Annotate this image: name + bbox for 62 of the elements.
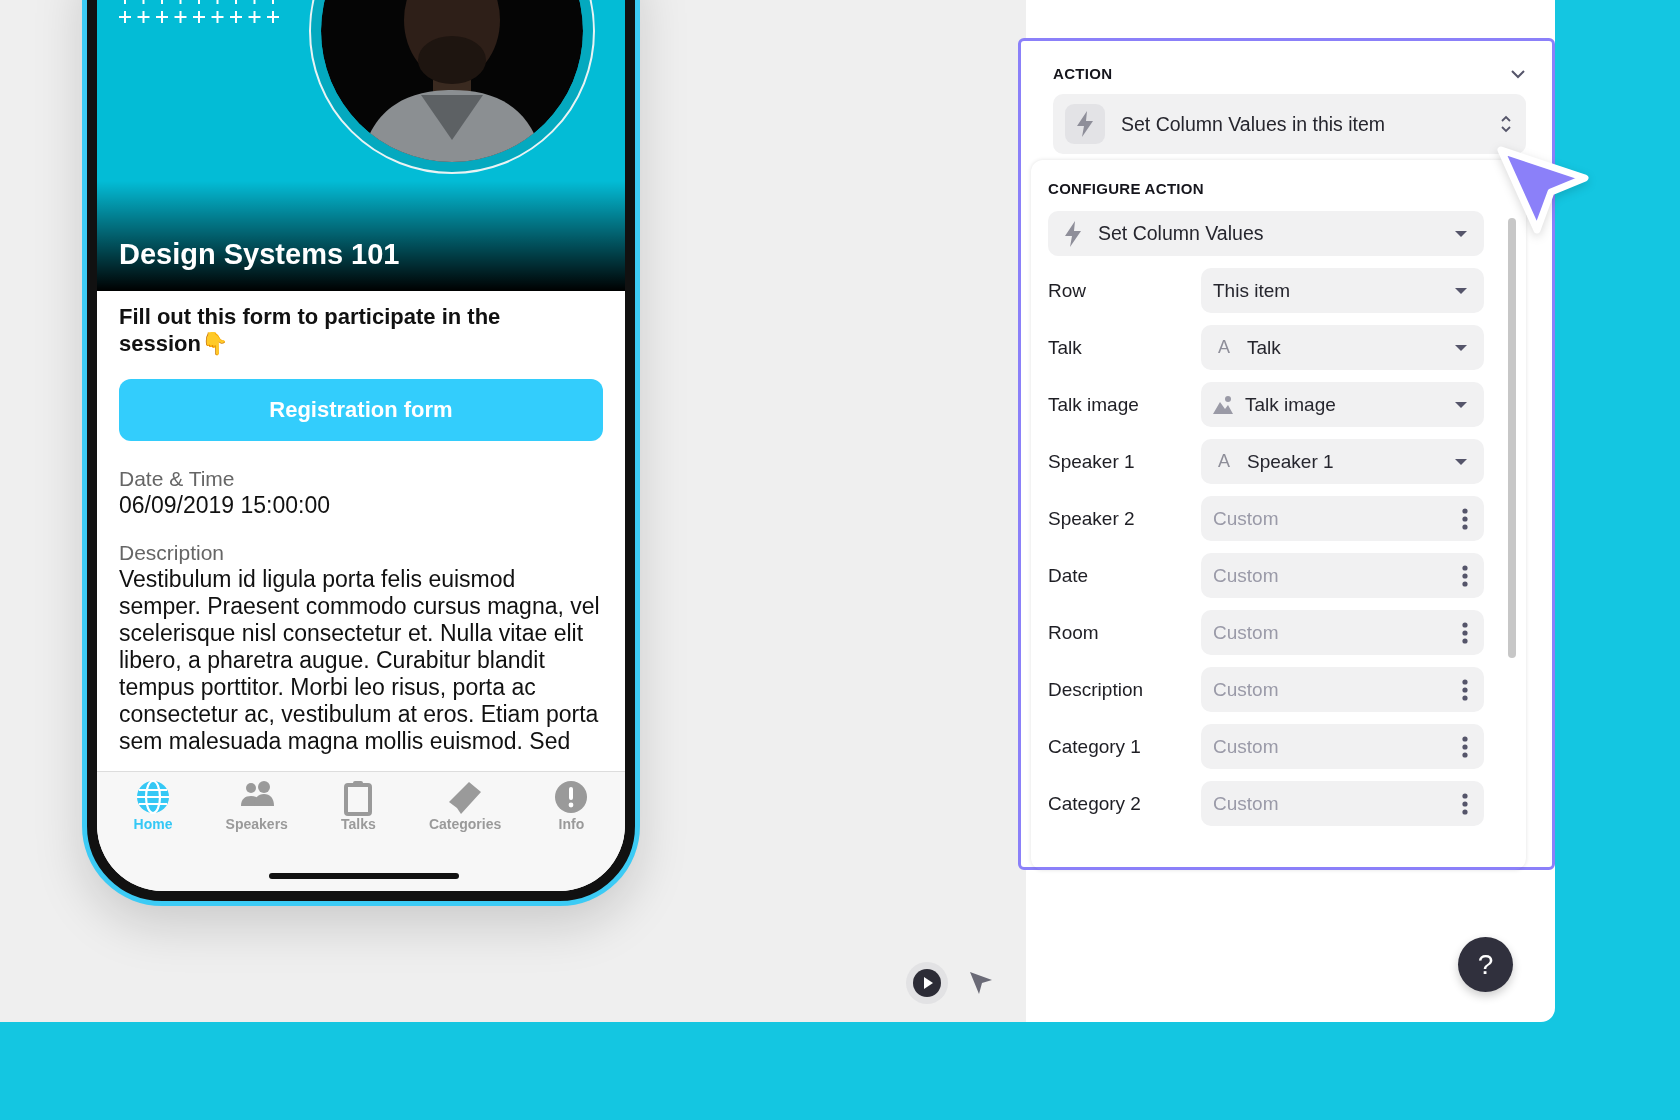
more-icon[interactable] — [1462, 507, 1468, 530]
caret-icon — [1454, 343, 1468, 352]
field-label: Talk image — [1048, 393, 1139, 416]
globe-icon — [136, 780, 170, 814]
detail-label: Description — [119, 540, 226, 566]
custom-input[interactable]: Custom — [1213, 564, 1450, 587]
action-type-dropdown[interactable]: Set Column Values — [1048, 211, 1484, 256]
custom-field[interactable]: Custom — [1201, 610, 1484, 655]
custom-input[interactable]: Custom — [1213, 507, 1450, 530]
custom-field[interactable]: Custom — [1201, 667, 1484, 712]
more-icon[interactable] — [1462, 564, 1468, 587]
action-dropdown[interactable]: Set Column Values in this item — [1053, 94, 1526, 154]
column-dropdown[interactable]: This item — [1201, 268, 1484, 313]
clipboard-icon — [343, 780, 374, 816]
field-label: Category 2 — [1048, 792, 1141, 815]
field-label: Speaker 2 — [1048, 507, 1135, 530]
tag-icon — [447, 780, 484, 816]
more-icon[interactable] — [1462, 678, 1468, 701]
lightning-icon — [1076, 111, 1094, 137]
custom-field[interactable]: Custom — [1201, 781, 1484, 826]
text-type-icon: A — [1213, 337, 1235, 358]
chevron-icon[interactable] — [1510, 68, 1526, 79]
prompt-text: Fill out this form to participate in the session👇 — [119, 303, 502, 357]
column-dropdown[interactable]: A Talk — [1201, 325, 1484, 370]
field-label: Speaker 1 — [1048, 450, 1135, 473]
session-title: Design Systems 101 — [119, 238, 400, 271]
custom-input[interactable]: Custom — [1213, 678, 1450, 701]
custom-field[interactable]: Custom — [1201, 496, 1484, 541]
more-icon[interactable] — [1462, 621, 1468, 644]
section-title: CONFIGURE ACTION — [1048, 180, 1205, 197]
field-label: Description — [1048, 678, 1144, 701]
section-title: ACTION — [1053, 65, 1113, 82]
lightning-icon — [1064, 220, 1082, 247]
text-type-icon: A — [1213, 451, 1235, 472]
column-dropdown[interactable]: Talk image — [1201, 382, 1484, 427]
field-label: Date — [1048, 564, 1089, 587]
play-button[interactable] — [906, 962, 948, 1004]
custom-input[interactable]: Custom — [1213, 792, 1450, 815]
detail-label: Date & Time — [119, 466, 236, 492]
scrollbar[interactable] — [1508, 218, 1516, 658]
more-icon[interactable] — [1462, 735, 1468, 758]
caret-icon — [1454, 286, 1468, 295]
detail-value: Vestibulum id ligula porta felis euismod semper. Praesent commodo cursus magna, vel scelerisque nisl consectetur et. Nulla vitae elit libero, a pharetra augue. Curabitur blandit tempus porttitor. Morbi leo risus, porta ac consectetur ac, vestibulum at eros. Etiam porta sem malesuada magna mollis euismod. Sed — [119, 566, 601, 755]
detail-value: 06/09/2019 15:00:00 — [119, 492, 332, 519]
custom-field[interactable]: Custom — [1201, 724, 1484, 769]
field-label: Category 1 — [1048, 735, 1141, 758]
cursor-icon[interactable] — [968, 970, 994, 996]
caret-icon — [1454, 229, 1468, 238]
custom-input[interactable]: Custom — [1213, 621, 1450, 644]
caret-icon — [1454, 400, 1468, 409]
field-label: Row — [1048, 279, 1086, 302]
caret-icon — [1454, 457, 1468, 466]
more-icon[interactable] — [1462, 792, 1468, 815]
custom-input[interactable]: Custom — [1213, 735, 1450, 758]
column-dropdown[interactable]: A Speaker 1 — [1201, 439, 1484, 484]
updown-icon — [1500, 115, 1512, 133]
info-icon — [554, 780, 589, 814]
custom-field[interactable]: Custom — [1201, 553, 1484, 598]
field-label: Room — [1048, 621, 1099, 644]
play-icon — [913, 969, 941, 997]
field-label: Talk — [1048, 336, 1082, 359]
help-button[interactable]: ? — [1458, 937, 1513, 992]
